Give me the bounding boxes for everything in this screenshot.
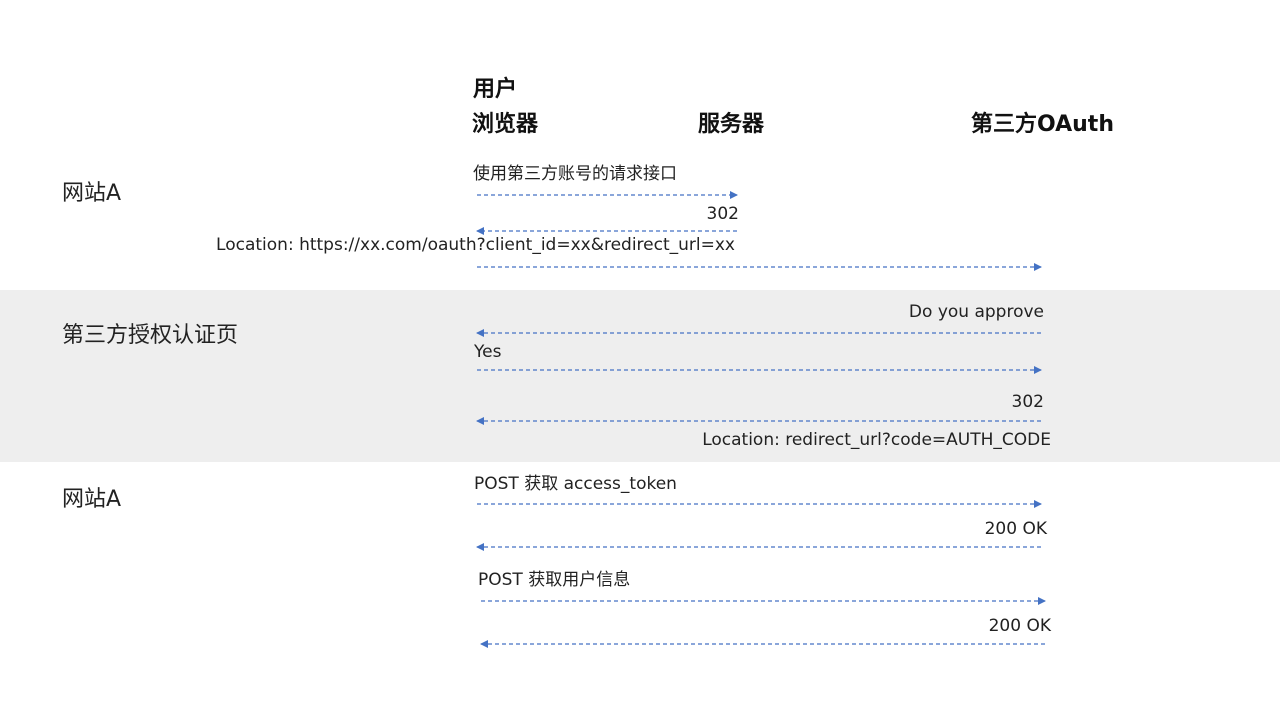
sequence-arrows — [476, 191, 1046, 648]
